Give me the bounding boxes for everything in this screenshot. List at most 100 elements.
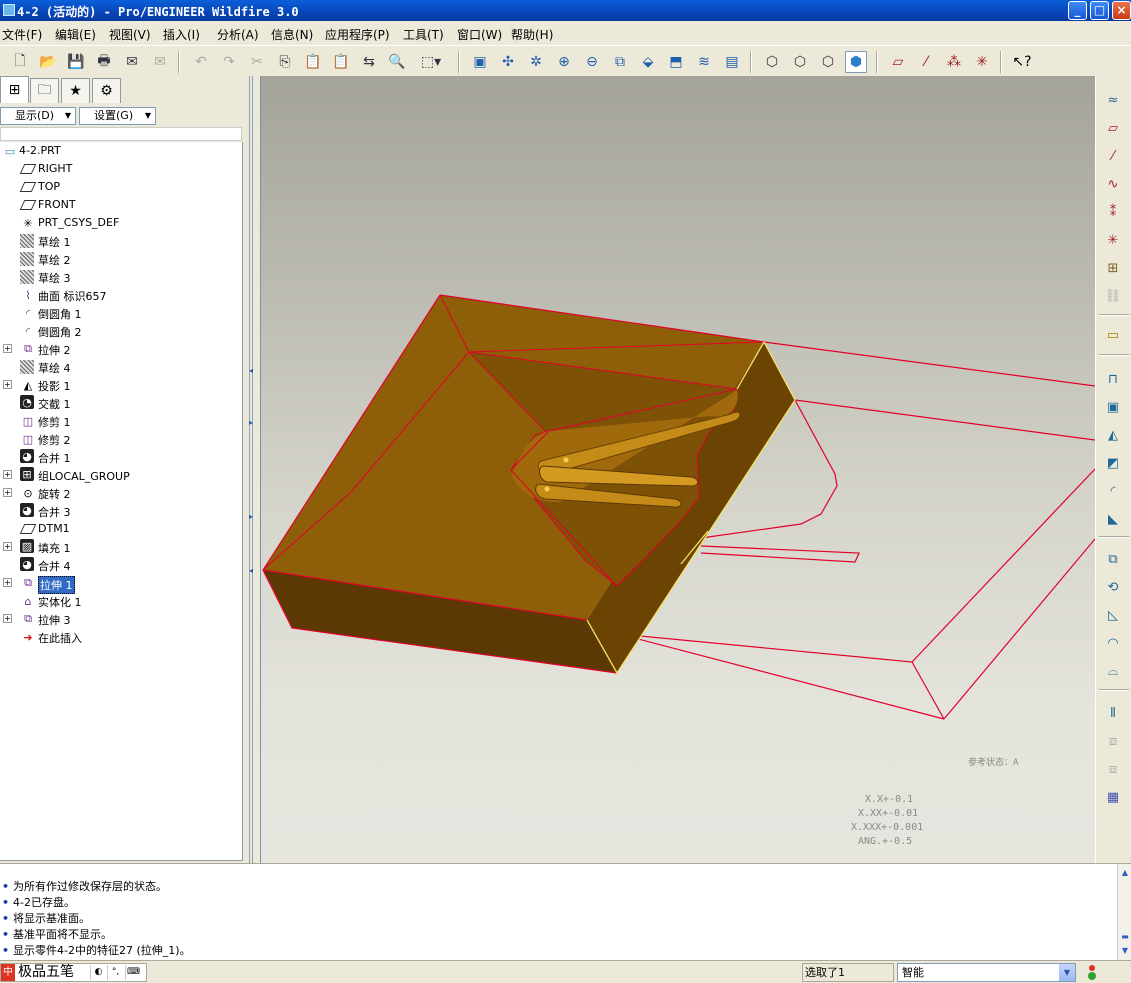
tree-item[interactable]: ◜ 倒圆角 1 [0,304,242,322]
no-hidden-icon[interactable]: ⬡ [817,51,839,73]
hole-tool-icon[interactable]: ⊓ [1102,368,1124,390]
tree-item[interactable]: 草绘 4 [0,358,242,376]
scroll-up-icon[interactable]: ▲ [1119,868,1131,880]
model-view[interactable] [261,76,1095,863]
scroll-thumb[interactable]: ▬ [1119,932,1131,944]
pattern-tool-icon[interactable]: ▦ [1102,786,1124,808]
datum-points-icon[interactable]: ⁂ [943,51,965,73]
paste-icon[interactable]: 📋 [302,51,324,73]
ime-punct-icon[interactable]: °, [107,965,123,980]
tree-item[interactable]: TOP [0,178,242,196]
tree-item[interactable]: + ▨ 填充 1 [0,538,242,556]
selection-filter-select[interactable]: 智能 ▼ [897,963,1076,982]
zoom-out-icon[interactable]: ⊖ [581,51,603,73]
panel-splitter[interactable]: ◂ ▸ ▸ ◂ [244,76,261,863]
orient-mode-icon[interactable]: ✲ [525,51,547,73]
revolve-tool-icon[interactable]: ⟲ [1102,576,1124,598]
find-icon[interactable]: 🔍 [386,51,408,73]
trim-tool-icon[interactable]: ⧈ [1102,758,1124,780]
hidden-line-icon[interactable]: ⬡ [789,51,811,73]
style-tool-icon[interactable]: ⌓ [1102,660,1124,682]
redo-icon[interactable]: ↷ [218,51,240,73]
analysis-feature-icon[interactable]: ⊞ [1102,257,1124,279]
ime-toolbar[interactable]: 中 极品五笔 ◐ °, ⌨ [0,963,147,982]
connections-tab[interactable]: ⚙ [92,78,121,103]
merge-tool-icon[interactable]: ⧈ [1102,730,1124,752]
new-icon[interactable]: 🗋 [9,51,31,73]
splitter-arrow-icon[interactable]: ◂ [249,566,253,575]
tree-item[interactable]: ➜ 在此插入 [0,628,242,646]
save-icon[interactable]: 💾 [65,51,87,73]
tree-item[interactable]: + ⊞ 组LOCAL_GROUP [0,466,242,484]
sketched-datum-curve-icon[interactable]: ≈ [1102,89,1124,111]
tree-item[interactable]: DTM1 [0,520,242,538]
repaint-icon[interactable]: ▣ [469,51,491,73]
coordinate-systems-icon[interactable]: ✳ [971,51,993,73]
scroll-down-icon[interactable]: ▼ [1119,946,1131,958]
expand-icon[interactable]: + [3,542,12,551]
ime-keyboard-icon[interactable]: ⌨ [125,965,141,980]
close-button[interactable]: × [1112,1,1131,20]
datum-axes-icon[interactable]: ⁄ [915,51,937,73]
tree-item[interactable]: ◫ 修剪 1 [0,412,242,430]
undo-icon[interactable]: ↶ [190,51,212,73]
message-scrollbar[interactable]: ▲ ▬ ▼ [1117,864,1131,961]
shell-tool-icon[interactable]: ▣ [1102,396,1124,418]
rib-tool-icon[interactable]: ◭ [1102,424,1124,446]
datum-chain-icon[interactable]: ⛓ [1102,285,1124,307]
refit-icon[interactable]: ⧉ [609,51,631,73]
maximize-button[interactable]: □ [1090,1,1109,20]
datum-curve-tool-icon[interactable]: ∿ [1102,173,1124,195]
reorient-icon[interactable]: ⬙ [637,51,659,73]
tree-item[interactable]: ✳ PRT_CSYS_DEF [0,214,242,232]
ime-halfwidth-icon[interactable]: ◐ [90,965,106,980]
tree-item[interactable]: RIGHT [0,160,242,178]
datum-point-tool-icon[interactable]: ⁑ [1102,201,1124,223]
graphics-window[interactable]: 参考状态：A X.X+-0.1 X.XX+-0.01 X.XXX+-0.001 … [261,76,1095,863]
regenerate-icon[interactable]: ⇆ [358,51,380,73]
splitter-arrow-icon[interactable]: ▸ [249,512,253,521]
splitter-arrow-icon[interactable]: ◂ [249,366,253,375]
tree-item[interactable]: ◕ 合并 1 [0,448,242,466]
chamfer-tool-icon[interactable]: ◣ [1102,508,1124,530]
menu-analysis[interactable]: 分析(A) [217,26,259,43]
saved-views-icon[interactable]: ⬒ [665,51,687,73]
expand-icon[interactable]: + [3,470,12,479]
zoom-in-icon[interactable]: ⊕ [553,51,575,73]
expand-icon[interactable]: + [3,380,12,389]
tree-item[interactable]: ▭ 4-2.PRT [0,142,242,160]
model-tree-tab[interactable]: ⊞ [0,76,29,103]
datum-axis-tool-icon[interactable]: ⁄ [1102,145,1124,167]
cut-icon[interactable]: ✂ [246,51,268,73]
annotation-feature-icon[interactable]: ▭ [1102,324,1124,346]
shading-icon[interactable]: ⬢ [845,51,867,73]
menu-view[interactable]: 视图(V) [109,26,151,43]
tree-item[interactable]: ◫ 修剪 2 [0,430,242,448]
menu-insert[interactable]: 插入(I) [163,26,200,43]
favorites-tab[interactable]: ★ [61,78,90,103]
menu-applications[interactable]: 应用程序(P) [325,26,390,43]
tree-item[interactable]: FRONT [0,196,242,214]
open-icon[interactable]: 📂 [37,51,59,73]
layers-icon[interactable]: ≋ [693,51,715,73]
tree-item[interactable]: 草绘 1 [0,232,242,250]
tree-item[interactable]: + ⧉ 拉伸 3 [0,610,242,628]
mirror-tool-icon[interactable]: ⫴ [1102,702,1124,724]
expand-icon[interactable]: + [3,344,12,353]
settings-dropdown[interactable]: 设置(G) ▼ [79,107,156,125]
extrude-tool-icon[interactable]: ⧉ [1102,548,1124,570]
expand-icon[interactable]: + [3,614,12,623]
tree-item[interactable]: ◔ 交截 1 [0,394,242,412]
folder-browser-tab[interactable]: 🗀 [30,78,59,103]
view-manager-icon[interactable]: ▤ [721,51,743,73]
tree-item[interactable]: ◕ 合并 4 [0,556,242,574]
blend-tool-icon[interactable]: ◠ [1102,632,1124,654]
tree-item[interactable]: + ⧉ 拉伸 2 [0,340,242,358]
select-box-icon[interactable]: ⬚▾ [416,51,446,73]
tree-item[interactable]: ◜ 倒圆角 2 [0,322,242,340]
tree-item[interactable]: + ⊙ 旋转 2 [0,484,242,502]
spin-center-icon[interactable]: ✣ [497,51,519,73]
expand-icon[interactable]: + [3,488,12,497]
menu-file[interactable]: 文件(F) [2,26,42,43]
context-help-icon[interactable]: ↖? [1011,51,1033,73]
